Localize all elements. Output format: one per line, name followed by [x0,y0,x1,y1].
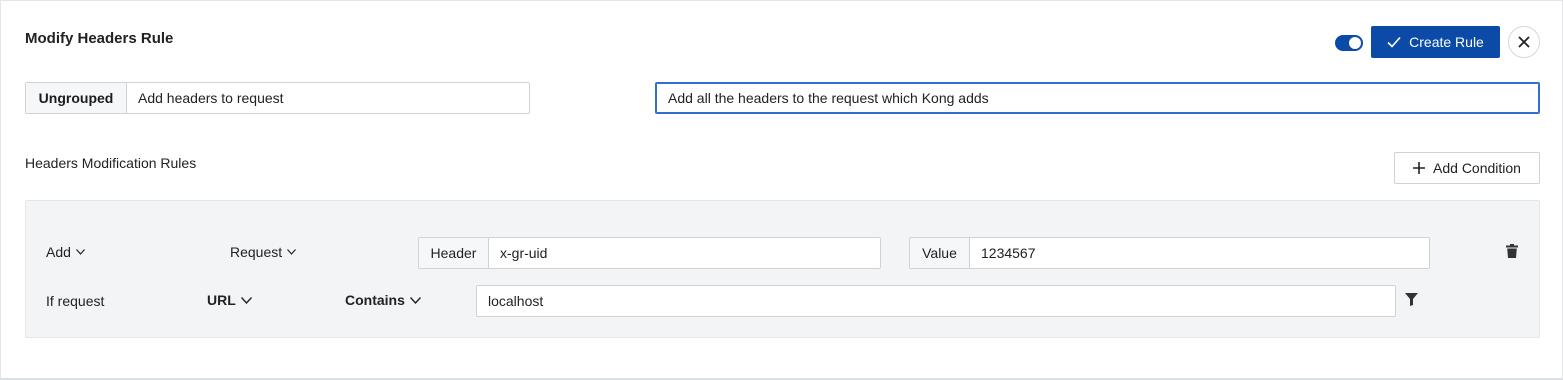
condition-field-dropdown[interactable]: URL [207,292,252,308]
chevron-down-icon [409,296,421,304]
chevron-down-icon [287,249,297,255]
create-rule-label: Create Rule [1409,34,1484,50]
header-name-field[interactable]: Header x-gr-uid [418,237,881,269]
section-title: Headers Modification Rules [25,155,197,171]
filter-icon [1404,292,1418,306]
filter-button[interactable] [1404,292,1418,306]
chevron-down-icon [75,249,85,255]
target-dropdown[interactable]: Request [230,244,297,260]
check-icon [1387,36,1401,48]
condition-field-label: URL [207,292,236,308]
rule-description-input[interactable] [655,82,1540,114]
header-name-input[interactable]: x-gr-uid [489,238,547,268]
condition-prefix: If request [46,293,105,309]
condition-operator-label: Contains [345,292,405,308]
create-rule-button[interactable]: Create Rule [1371,26,1500,58]
value-field-label: Value [910,238,970,268]
delete-button[interactable] [1505,243,1519,259]
header-field-label: Header [419,238,489,268]
condition-value-input[interactable]: localhost [476,285,1396,317]
rule-name-group: Ungrouped Add headers to request [25,82,530,114]
group-selector[interactable]: Ungrouped [26,83,127,113]
close-button[interactable] [1508,26,1540,58]
add-condition-button[interactable]: Add Condition [1394,152,1540,184]
target-label: Request [230,244,283,260]
toggle-knob [1349,37,1361,49]
modification-rule-panel [25,200,1540,338]
condition-operator-dropdown[interactable]: Contains [345,292,421,308]
rule-name-input[interactable]: Add headers to request [127,83,284,113]
add-condition-label: Add Condition [1433,160,1521,176]
chevron-down-icon [240,296,252,304]
close-icon [1518,36,1530,48]
header-value-input[interactable]: 1234567 [970,238,1036,268]
action-dropdown[interactable]: Add [46,244,85,260]
rule-status-toggle[interactable] [1335,35,1363,51]
trash-icon [1506,244,1518,258]
page-title: Modify Headers Rule [25,30,174,47]
plus-icon [1413,162,1426,174]
action-label: Add [46,244,71,260]
header-value-field[interactable]: Value 1234567 [909,237,1430,269]
